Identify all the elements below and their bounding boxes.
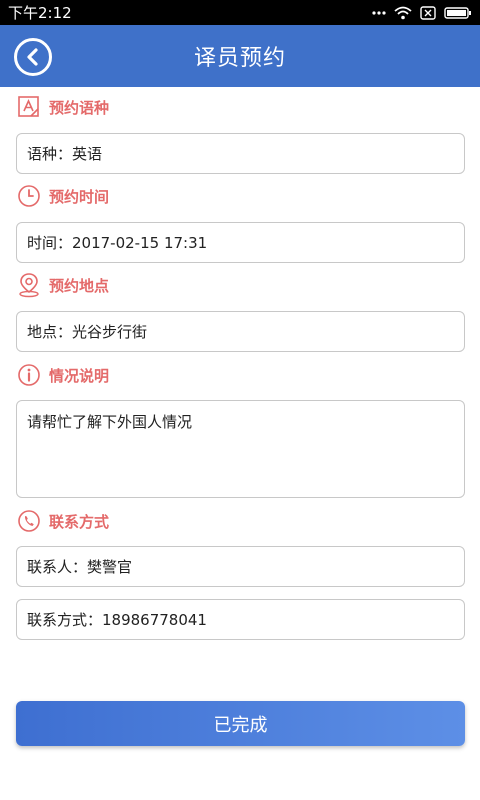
sim-off-icon: [420, 5, 436, 20]
section-time-label: 预约时间: [49, 187, 110, 206]
language-icon: [16, 94, 42, 120]
info-icon: [16, 362, 42, 388]
section-language: 预约语种: [16, 94, 109, 120]
back-button[interactable]: [14, 38, 52, 76]
completed-button[interactable]: 已完成: [16, 701, 465, 746]
location-field[interactable]: 地点：光谷步行街: [16, 311, 465, 352]
page-title: 译员预约: [193, 46, 286, 71]
language-field[interactable]: 语种：英语: [16, 133, 465, 174]
phone-icon: [16, 508, 42, 534]
contact-person-field[interactable]: 联系人：樊警官: [16, 546, 465, 587]
status-time: 下午2:12: [8, 4, 72, 22]
section-time: 预约时间: [16, 183, 109, 209]
app-header: 译员预约: [0, 25, 480, 87]
location-pin-icon: [16, 272, 42, 298]
section-location: 预约地点: [16, 272, 109, 298]
contact-phone-field[interactable]: 联系方式：18986778041: [16, 599, 465, 640]
description-field[interactable]: 请帮忙了解下外国人情况: [16, 400, 465, 498]
time-field[interactable]: 时间：2017-02-15 17:31: [16, 222, 465, 263]
section-location-label: 预约地点: [49, 276, 110, 295]
status-icons: [372, 5, 472, 20]
clock-icon: [16, 183, 42, 209]
section-description-label: 情况说明: [49, 366, 110, 385]
section-contact: 联系方式: [16, 508, 109, 534]
section-description: 情况说明: [16, 362, 109, 388]
more-dots-icon: [372, 10, 386, 15]
wifi-icon: [394, 6, 412, 19]
section-contact-label: 联系方式: [49, 512, 110, 531]
battery-icon: [444, 6, 471, 19]
back-arrow-icon: [27, 48, 38, 66]
section-language-label: 预约语种: [49, 98, 110, 117]
status-bar: 下午2:12: [0, 0, 480, 25]
